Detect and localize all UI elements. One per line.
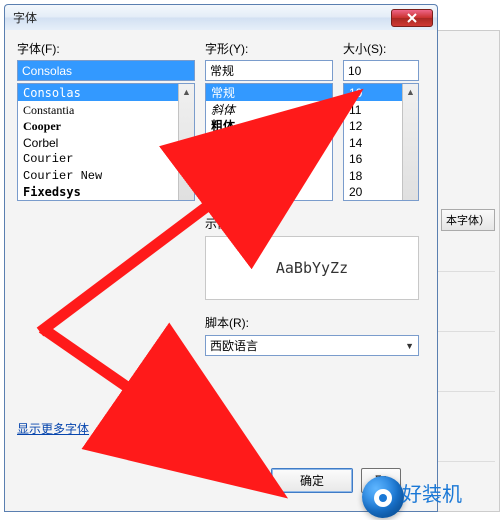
close-button[interactable]: [391, 9, 433, 27]
chevron-down-icon: ▼: [405, 341, 414, 351]
style-label: 字形(Y):: [205, 40, 333, 57]
list-item[interactable]: Constantia: [18, 101, 194, 118]
font-label: 字体(F):: [17, 40, 195, 57]
font-style-input[interactable]: [205, 60, 333, 81]
script-label: 脚本(R):: [205, 314, 419, 331]
size-column: 大小(S): 10 11 12 14 16 18 20 ▲: [343, 40, 419, 201]
scroll-up-icon[interactable]: ▲: [403, 84, 418, 100]
size-label: 大小(S):: [343, 40, 419, 57]
style-column: 字形(Y): 常规 斜体 粗体 粗体 斜体: [205, 40, 333, 201]
scrollbar[interactable]: ▲: [402, 84, 418, 200]
font-dialog: 字体(F): Consolas Constantia Cooper Corbel…: [4, 30, 438, 512]
watermark-text: 好装机: [402, 478, 462, 507]
close-icon: [406, 13, 418, 23]
sample-label: 示例: [205, 215, 419, 232]
sample-preview: AaBbYyZz: [205, 236, 419, 300]
scrollbar[interactable]: ▲: [178, 84, 194, 200]
list-item[interactable]: 常规: [206, 84, 332, 101]
scroll-up-icon[interactable]: ▲: [179, 84, 194, 100]
window-title: 字体: [13, 9, 37, 26]
script-value: 西欧语言: [210, 337, 258, 354]
font-size-input[interactable]: [343, 60, 419, 81]
ok-button[interactable]: 确定: [271, 468, 353, 493]
list-item[interactable]: 斜体: [206, 101, 332, 118]
right-panel: 本字体）: [438, 30, 500, 512]
style-list[interactable]: 常规 斜体 粗体 粗体 斜体: [205, 83, 333, 201]
list-item[interactable]: 粗体 斜体: [206, 134, 332, 151]
right-panel-button[interactable]: 本字体）: [441, 209, 495, 231]
font-column: 字体(F): Consolas Constantia Cooper Corbel…: [17, 40, 195, 201]
list-item[interactable]: Courier New: [18, 167, 194, 184]
font-list[interactable]: Consolas Constantia Cooper Corbel Courie…: [17, 83, 195, 201]
titlebar: 字体: [4, 4, 438, 30]
size-list[interactable]: 10 11 12 14 16 18 20 ▲: [343, 83, 419, 201]
list-item[interactable]: Courier: [18, 150, 194, 167]
sample-group: 示例 AaBbYyZz: [205, 215, 419, 300]
list-item[interactable]: Cooper: [18, 117, 194, 134]
script-combobox[interactable]: 西欧语言 ▼: [205, 335, 419, 356]
watermark-icon: [362, 476, 404, 518]
list-item[interactable]: Fixedsys: [18, 183, 194, 200]
show-more-fonts-link[interactable]: 显示更多字体: [17, 420, 89, 437]
script-group: 脚本(R): 西欧语言 ▼: [205, 314, 419, 356]
list-item[interactable]: 粗体: [206, 117, 332, 134]
list-item[interactable]: Consolas: [18, 84, 194, 101]
font-name-input[interactable]: [17, 60, 195, 81]
list-item[interactable]: Corbel: [18, 134, 194, 151]
